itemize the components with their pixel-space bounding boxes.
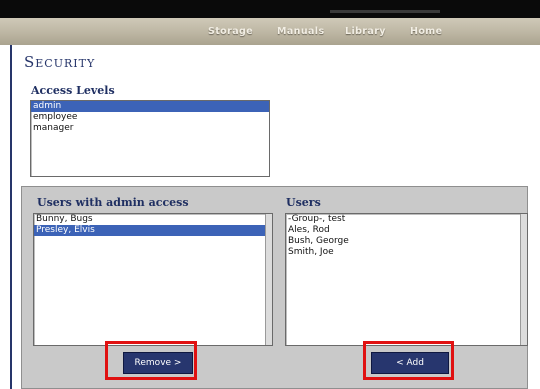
scrollbar[interactable]: [265, 214, 272, 345]
users-with-access-label: Users with admin access: [37, 196, 189, 209]
list-item[interactable]: Bunny, Bugs: [34, 214, 272, 225]
page-title: Security: [24, 53, 96, 71]
users-with-access-list[interactable]: Bunny, Bugs Presley, Elvis: [33, 213, 273, 346]
users-label: Users: [286, 196, 321, 209]
access-level-admin[interactable]: admin: [31, 101, 269, 112]
nav-bar: Storage Manuals Library Home: [0, 18, 540, 45]
list-item[interactable]: Ales, Rod: [286, 225, 527, 236]
nav-manuals[interactable]: Manuals: [277, 26, 325, 37]
list-item[interactable]: -Group-, test: [286, 214, 527, 225]
nav-library[interactable]: Library: [345, 26, 386, 37]
nav-home[interactable]: Home: [410, 26, 442, 37]
access-levels-list[interactable]: admin employee manager: [30, 100, 270, 177]
nav-storage[interactable]: Storage: [208, 26, 253, 37]
add-button[interactable]: < Add: [371, 352, 449, 374]
access-level-manager[interactable]: manager: [31, 123, 269, 134]
remove-button[interactable]: Remove >: [123, 352, 193, 374]
top-bar: [0, 0, 540, 18]
users-list[interactable]: -Group-, test Ales, Rod Bush, George Smi…: [285, 213, 528, 346]
scrollbar[interactable]: [520, 214, 527, 345]
list-item[interactable]: Smith, Joe: [286, 247, 527, 258]
list-item[interactable]: Bush, George: [286, 236, 527, 247]
top-bar-highlight: [330, 10, 440, 13]
list-item[interactable]: Presley, Elvis: [34, 225, 272, 236]
access-level-employee[interactable]: employee: [31, 112, 269, 123]
access-levels-label: Access Levels: [31, 84, 115, 97]
